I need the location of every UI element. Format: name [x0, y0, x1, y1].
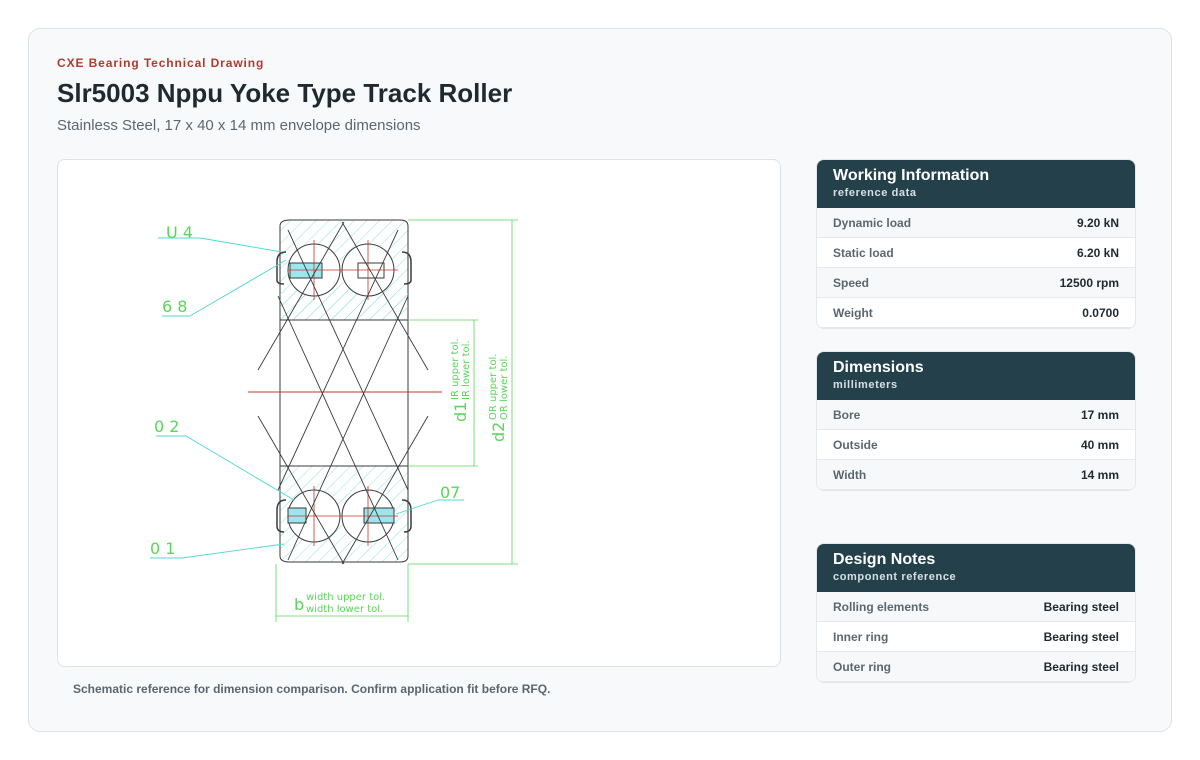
svg-text:OR lower tol.: OR lower tol. — [499, 355, 510, 420]
design-notes-panel: Design Notes component reference Rolling… — [816, 543, 1136, 683]
panel-subtitle: reference data — [833, 187, 917, 199]
spec-label: Width — [833, 467, 867, 482]
d2-dimension-label: d2 OR upper tol. OR lower tol. — [488, 354, 510, 442]
spec-row-bore: Bore 17 mm — [817, 400, 1135, 430]
spec-row-static-load: Static load 6.20 kN — [817, 238, 1135, 268]
d1-dimension-label: d1 IR upper tol. IR lower tol. — [450, 338, 472, 422]
bearing-drawing-svg: U 4 6 8 0 2 0 1 07 d1 IR upper tol. IR l… — [150, 219, 518, 622]
panel-header: Dimensions millimeters — [817, 352, 1135, 400]
spec-value: 6.20 kN — [1076, 245, 1119, 260]
product-card: CXE Bearing Technical Drawing Slr5003 Np… — [28, 28, 1172, 732]
spec-row-outer-ring: Outer ring Bearing steel — [817, 652, 1135, 682]
svg-text:OR upper tol.: OR upper tol. — [488, 354, 499, 420]
spec-value: 12500 rpm — [1059, 275, 1119, 290]
spec-label: Inner ring — [833, 629, 889, 644]
working-information-panel: Working Information reference data Dynam… — [816, 159, 1136, 329]
label-01: 0 1 — [150, 539, 175, 558]
panel-subtitle: component reference — [833, 571, 957, 583]
svg-text:IR upper tol.: IR upper tol. — [450, 338, 461, 400]
spec-value: 17 mm — [1080, 407, 1119, 422]
drawing-caption: Schematic reference for dimension compar… — [73, 682, 551, 696]
spec-row-speed: Speed 12500 rpm — [817, 268, 1135, 298]
page-subtitle: Stainless Steel, 17 x 40 x 14 mm envelop… — [57, 117, 421, 134]
spec-label: Speed — [833, 275, 870, 290]
svg-text:IR lower tol.: IR lower tol. — [461, 340, 472, 400]
svg-text:d1: d1 — [451, 402, 470, 422]
panel-subtitle: millimeters — [833, 379, 898, 391]
svg-text:d2: d2 — [489, 422, 508, 442]
b-dimension-label: b width upper tol. width lower tol. — [294, 592, 385, 615]
spec-value: Bearing steel — [1043, 659, 1119, 674]
spec-row-width: Width 14 mm — [817, 460, 1135, 490]
upper-section — [276, 219, 412, 321]
spec-value: Bearing steel — [1043, 599, 1119, 614]
spec-value: 9.20 kN — [1076, 215, 1119, 230]
panel-title: Working Information — [833, 167, 990, 184]
spec-row-weight: Weight 0.0700 — [817, 298, 1135, 328]
spec-label: Outer ring — [833, 659, 892, 674]
panel-header: Working Information reference data — [817, 160, 1135, 208]
spec-value: 40 mm — [1080, 437, 1119, 452]
technical-drawing: U 4 6 8 0 2 0 1 07 d1 IR upper tol. IR l… — [57, 159, 781, 667]
svg-text:b: b — [294, 595, 304, 614]
spec-row-inner-ring: Inner ring Bearing steel — [817, 622, 1135, 652]
panel-title: Design Notes — [833, 551, 936, 568]
spec-label: Bore — [833, 407, 861, 422]
label-07: 07 — [440, 483, 460, 502]
spec-label: Rolling elements — [833, 599, 930, 614]
spec-row-outside: Outside 40 mm — [817, 430, 1135, 460]
panel-header: Design Notes component reference — [817, 544, 1135, 592]
spec-label: Static load — [833, 245, 894, 260]
brand-eyebrow: CXE Bearing Technical Drawing — [57, 56, 265, 70]
spec-value: 0.0700 — [1082, 305, 1119, 320]
spec-label: Dynamic load — [833, 215, 912, 230]
spec-label: Outside — [833, 437, 878, 452]
spec-row-dynamic-load: Dynamic load 9.20 kN — [817, 208, 1135, 238]
label-u4: U 4 — [166, 223, 193, 242]
spec-value: Bearing steel — [1043, 629, 1119, 644]
dimensions-panel: Dimensions millimeters Bore 17 mm Outsid… — [816, 351, 1136, 491]
spec-row-rolling-elements: Rolling elements Bearing steel — [817, 592, 1135, 622]
label-68: 6 8 — [162, 297, 187, 316]
panel-title: Dimensions — [833, 359, 924, 376]
svg-text:width upper tol.: width upper tol. — [306, 592, 385, 603]
spec-label: Weight — [833, 305, 873, 320]
label-02: 0 2 — [154, 417, 179, 436]
spec-value: 14 mm — [1080, 467, 1119, 482]
page-title: Slr5003 Nppu Yoke Type Track Roller — [57, 78, 513, 108]
svg-text:width lower tol.: width lower tol. — [306, 604, 383, 615]
